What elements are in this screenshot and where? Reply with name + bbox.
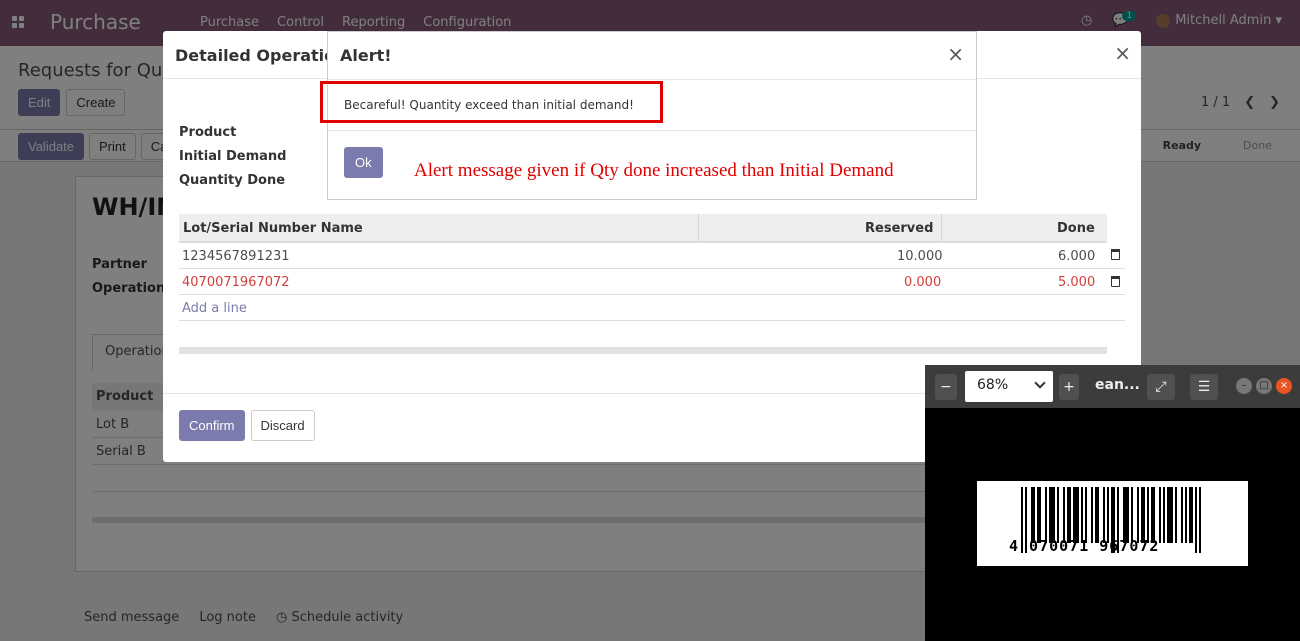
barcode-image: 4 070071 967072 [977,481,1248,566]
trash-icon[interactable] [1111,276,1120,287]
fullscreen-icon[interactable]: ⤢ [1147,374,1175,400]
initial-demand-label: Initial Demand [179,149,287,164]
column-divider [941,214,942,241]
alert-title: Alert! [340,46,392,65]
divider [328,130,976,131]
lot-cell: 4070071967072 [182,275,290,290]
dialog-footer: Confirm Discard [179,410,315,441]
annotation-caption: Alert message given if Qty done increase… [414,160,894,181]
close-icon[interactable]: × [947,42,964,66]
discard-button[interactable]: Discard [250,410,315,441]
done-cell: 5.000 [1058,275,1096,290]
ok-button[interactable]: Ok [344,147,383,178]
horizontal-scrollbar[interactable] [179,347,1107,354]
table-row[interactable]: 4070071967072 0.000 5.000 [179,269,1125,295]
done-cell: 6.000 [1058,249,1096,264]
add-line-row [179,295,1125,321]
window-close-icon[interactable]: × [1276,378,1292,394]
minimize-icon[interactable]: – [1236,378,1252,394]
viewer-title: ean... [1095,377,1140,393]
hamburger-menu-icon[interactable]: ☰ [1190,374,1218,400]
maximize-icon[interactable]: □ [1256,378,1272,394]
zoom-select[interactable]: 68% [965,371,1053,402]
chevron-down-icon [1034,377,1046,389]
confirm-button[interactable]: Confirm [179,410,245,441]
add-a-line-link[interactable]: Add a line [182,301,247,316]
zoom-out-icon[interactable]: − [935,374,957,400]
move-lines-table-header: Lot/Serial Number Name Reserved Done [179,214,1107,243]
divider [328,79,976,80]
table-row[interactable]: 1234567891231 10.000 6.000 [179,243,1125,269]
image-viewer-window: − 68% + ean... ⤢ ☰ – □ × 4 070071 967072 [925,365,1300,641]
zoom-value: 68% [977,377,1009,393]
barcode-number: 4 070071 967072 [1009,537,1160,555]
trash-icon[interactable] [1111,249,1120,260]
lot-column-header[interactable]: Lot/Serial Number Name [183,221,363,236]
viewer-header-bar: − 68% + ean... ⤢ ☰ – □ × [925,365,1300,408]
column-divider [698,214,699,241]
zoom-in-icon[interactable]: + [1059,374,1079,400]
quantity-done-label: Quantity Done [179,173,286,188]
reserved-column-header[interactable]: Reserved [865,221,933,236]
done-column-header[interactable]: Done [1057,221,1095,236]
close-icon[interactable]: × [1114,41,1131,65]
reserved-cell: 0.000 [904,275,942,290]
product-label: Product [179,125,237,140]
reserved-cell: 10.000 [897,249,943,264]
lot-cell: 1234567891231 [182,249,290,264]
highlight-box [320,81,663,123]
